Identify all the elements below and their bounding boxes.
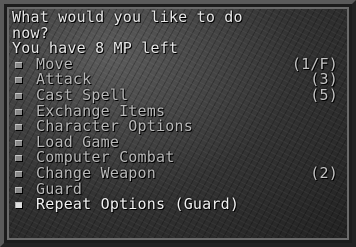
menu-item-label: Repeat Options (Guard) [36,195,240,214]
menu-item-cost: (2) [310,163,338,182]
bullet-icon [15,139,22,146]
bullet-icon [15,170,22,177]
bullet-icon [15,61,22,68]
menu-item-repeat-options[interactable]: Repeat Options (Guard) [12,197,344,213]
bullet-icon [15,202,22,209]
bullet-icon [15,77,22,84]
bullet-icon [15,155,22,162]
bullet-icon [15,124,22,131]
bullet-icon [15,108,22,115]
bullet-icon [15,92,22,99]
menu-item-cost: (5) [310,85,338,104]
bullet-icon [15,186,22,193]
action-menu: Move (1/F) Attack (3) Cast Spell (5) Exc… [12,56,344,213]
action-menu-panel: What would you like to do now? You have … [12,8,344,240]
prompt-line-1: What would you like to do [12,8,243,26]
